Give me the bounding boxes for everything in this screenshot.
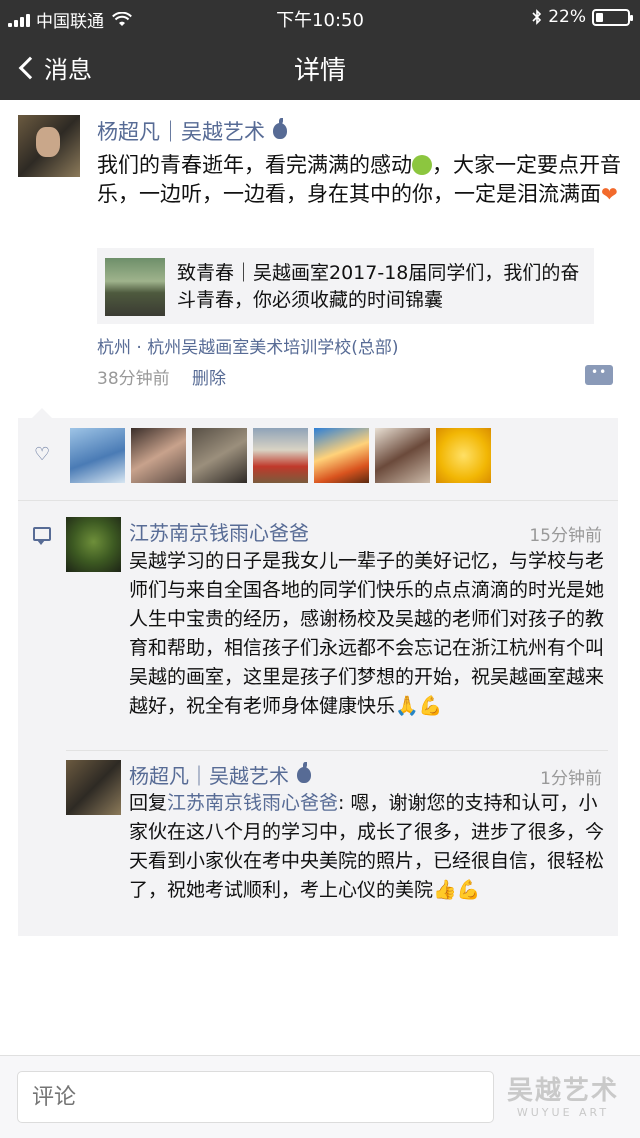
like-avatar[interactable] bbox=[375, 428, 430, 483]
comment-time: 15分钟前 bbox=[529, 526, 602, 546]
like-avatar[interactable] bbox=[131, 428, 186, 483]
heart-emoji-icon: ❤ bbox=[601, 182, 618, 206]
status-bar: 中国联通 下午10:50 22% bbox=[0, 0, 640, 36]
commenter-avatar[interactable] bbox=[66, 760, 121, 815]
apple-icon bbox=[273, 118, 287, 139]
post-location[interactable]: 杭州 · 杭州吴越画室美术培训学校(总部) bbox=[97, 333, 398, 358]
like-avatars bbox=[70, 428, 491, 483]
commenter-name[interactable]: 江苏南京钱雨心爸爸 bbox=[129, 517, 309, 546]
emoji-face-icon bbox=[412, 155, 432, 175]
like-avatar[interactable] bbox=[70, 428, 125, 483]
author-avatar[interactable] bbox=[18, 115, 80, 177]
comment-input[interactable] bbox=[17, 1071, 494, 1123]
watermark-line-1: 吴越艺术 bbox=[506, 1076, 619, 1106]
more-actions-button[interactable] bbox=[585, 365, 613, 385]
page-title: 详情 bbox=[293, 56, 346, 86]
like-avatar[interactable] bbox=[436, 428, 491, 483]
post-text: 我们的青春逝年，看完满满的感动 ，大家一定要点开音乐，一边听，一边看，身在其中的你… bbox=[97, 151, 627, 209]
bluetooth-icon bbox=[532, 9, 542, 25]
comment-divider bbox=[66, 750, 608, 751]
shared-link-thumbnail bbox=[105, 258, 165, 316]
battery-icon bbox=[592, 8, 633, 26]
comment-icon bbox=[33, 527, 51, 545]
commenter-avatar[interactable] bbox=[66, 517, 121, 572]
reply-prefix: 回复 bbox=[129, 792, 168, 814]
like-avatar[interactable] bbox=[192, 428, 247, 483]
comment-time: 1分钟前 bbox=[540, 769, 602, 789]
like-avatar[interactable] bbox=[314, 428, 369, 483]
reply-to-name[interactable]: 江苏南京钱雨心爸爸 bbox=[167, 792, 338, 814]
watermark-line-2: WUYUE ART bbox=[516, 1106, 610, 1119]
post-text-part-1: 我们的青春逝年，看完满满的感动 bbox=[97, 153, 412, 177]
post-author-name: 杨超凡｜吴越艺术 bbox=[97, 120, 265, 144]
delete-button[interactable]: 删除 bbox=[192, 364, 226, 389]
watermark-logo: 吴越艺术 WUYUE ART bbox=[498, 1076, 628, 1128]
like-avatar[interactable] bbox=[253, 428, 308, 483]
heart-icon: ♡ bbox=[34, 444, 51, 465]
post-time: 38分钟前 bbox=[97, 369, 170, 389]
comment-text[interactable]: 吴越学习的日子是我女儿一辈子的美好记忆，与学校与老师们与来自全国各地的同学们快乐… bbox=[129, 547, 604, 721]
apple-icon bbox=[297, 761, 311, 783]
commenter-name[interactable]: 杨超凡｜吴越艺术 bbox=[129, 760, 311, 789]
comment-text[interactable]: 回复江苏南京钱雨心爸爸: 嗯，谢谢您的支持和认可，小家伙在这八个月的学习中，成长… bbox=[129, 789, 604, 905]
battery-percent: 22% bbox=[548, 7, 586, 27]
nav-bar: 消息 详情 bbox=[0, 36, 640, 100]
shared-link-title: 致青春｜吴越画室2017-18届同学们，我们的奋斗青春，你必须收藏的时间锦囊 bbox=[177, 262, 580, 311]
post-author[interactable]: 杨超凡｜吴越艺术 bbox=[97, 116, 287, 146]
battery-fill bbox=[596, 12, 603, 22]
status-right: 22% bbox=[532, 7, 633, 27]
shared-link-card[interactable]: 致青春｜吴越画室2017-18届同学们，我们的奋斗青春，你必须收藏的时间锦囊 bbox=[97, 248, 594, 324]
divider bbox=[18, 500, 618, 501]
commenter-name-text: 杨超凡｜吴越艺术 bbox=[129, 764, 289, 788]
